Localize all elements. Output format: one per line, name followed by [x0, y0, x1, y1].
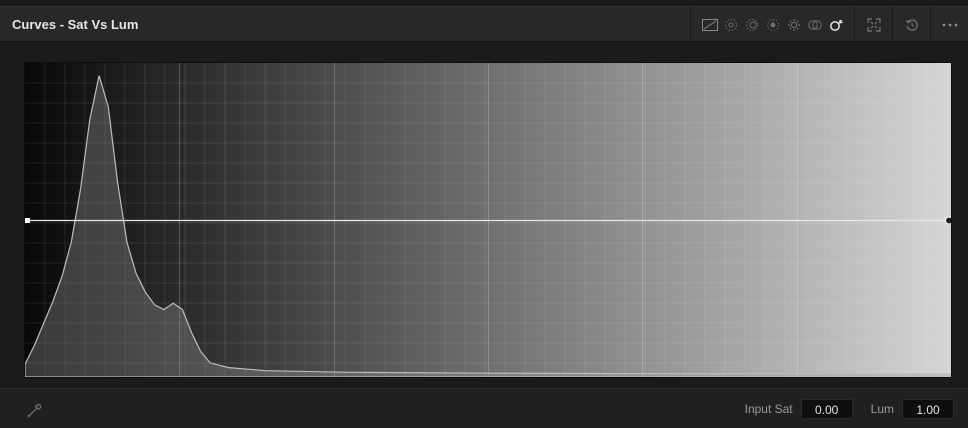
- curve-end-point[interactable]: [944, 216, 951, 225]
- sat-vs-lum-icon[interactable]: [825, 14, 846, 35]
- lum-field[interactable]: 1.00: [902, 399, 954, 419]
- curve-start-point[interactable]: [25, 218, 30, 223]
- lum-label: Lum: [870, 402, 894, 416]
- curve-readout: Input Sat 0.00 Lum 1.00: [745, 399, 954, 419]
- curve-mode-group: [690, 7, 854, 42]
- hue-vs-hue-icon[interactable]: [720, 14, 741, 35]
- expand-icon[interactable]: [863, 14, 884, 35]
- curve-graph-canvas: [25, 63, 951, 377]
- input-sat-label: Input Sat: [744, 402, 793, 416]
- panel-title: Curves - Sat Vs Lum: [12, 17, 139, 32]
- reset-group: [892, 7, 930, 42]
- sat-vs-sat-icon[interactable]: [804, 14, 825, 35]
- more-group: [930, 7, 968, 42]
- hue-vs-sat-icon[interactable]: [741, 14, 762, 35]
- input-sat-field[interactable]: 0.00: [800, 399, 853, 419]
- hue-vs-lum-icon[interactable]: [762, 14, 783, 35]
- panel-header: Curves - Sat Vs Lum: [0, 6, 968, 42]
- curves-panel: Curves - Sat Vs Lum Input Sat 0.00 Lum 1…: [0, 0, 968, 428]
- eyedropper-icon[interactable]: [26, 401, 44, 419]
- reset-icon[interactable]: [901, 14, 922, 35]
- lum-vs-sat-icon[interactable]: [783, 14, 804, 35]
- expand-group: [854, 7, 892, 42]
- panel-footer: Input Sat 0.00 Lum 1.00: [0, 388, 968, 428]
- more-options-icon[interactable]: [939, 14, 960, 35]
- curve-graph[interactable]: [24, 62, 952, 378]
- curve-mode-toolbar: [690, 7, 968, 42]
- custom-curve-icon[interactable]: [699, 14, 720, 35]
